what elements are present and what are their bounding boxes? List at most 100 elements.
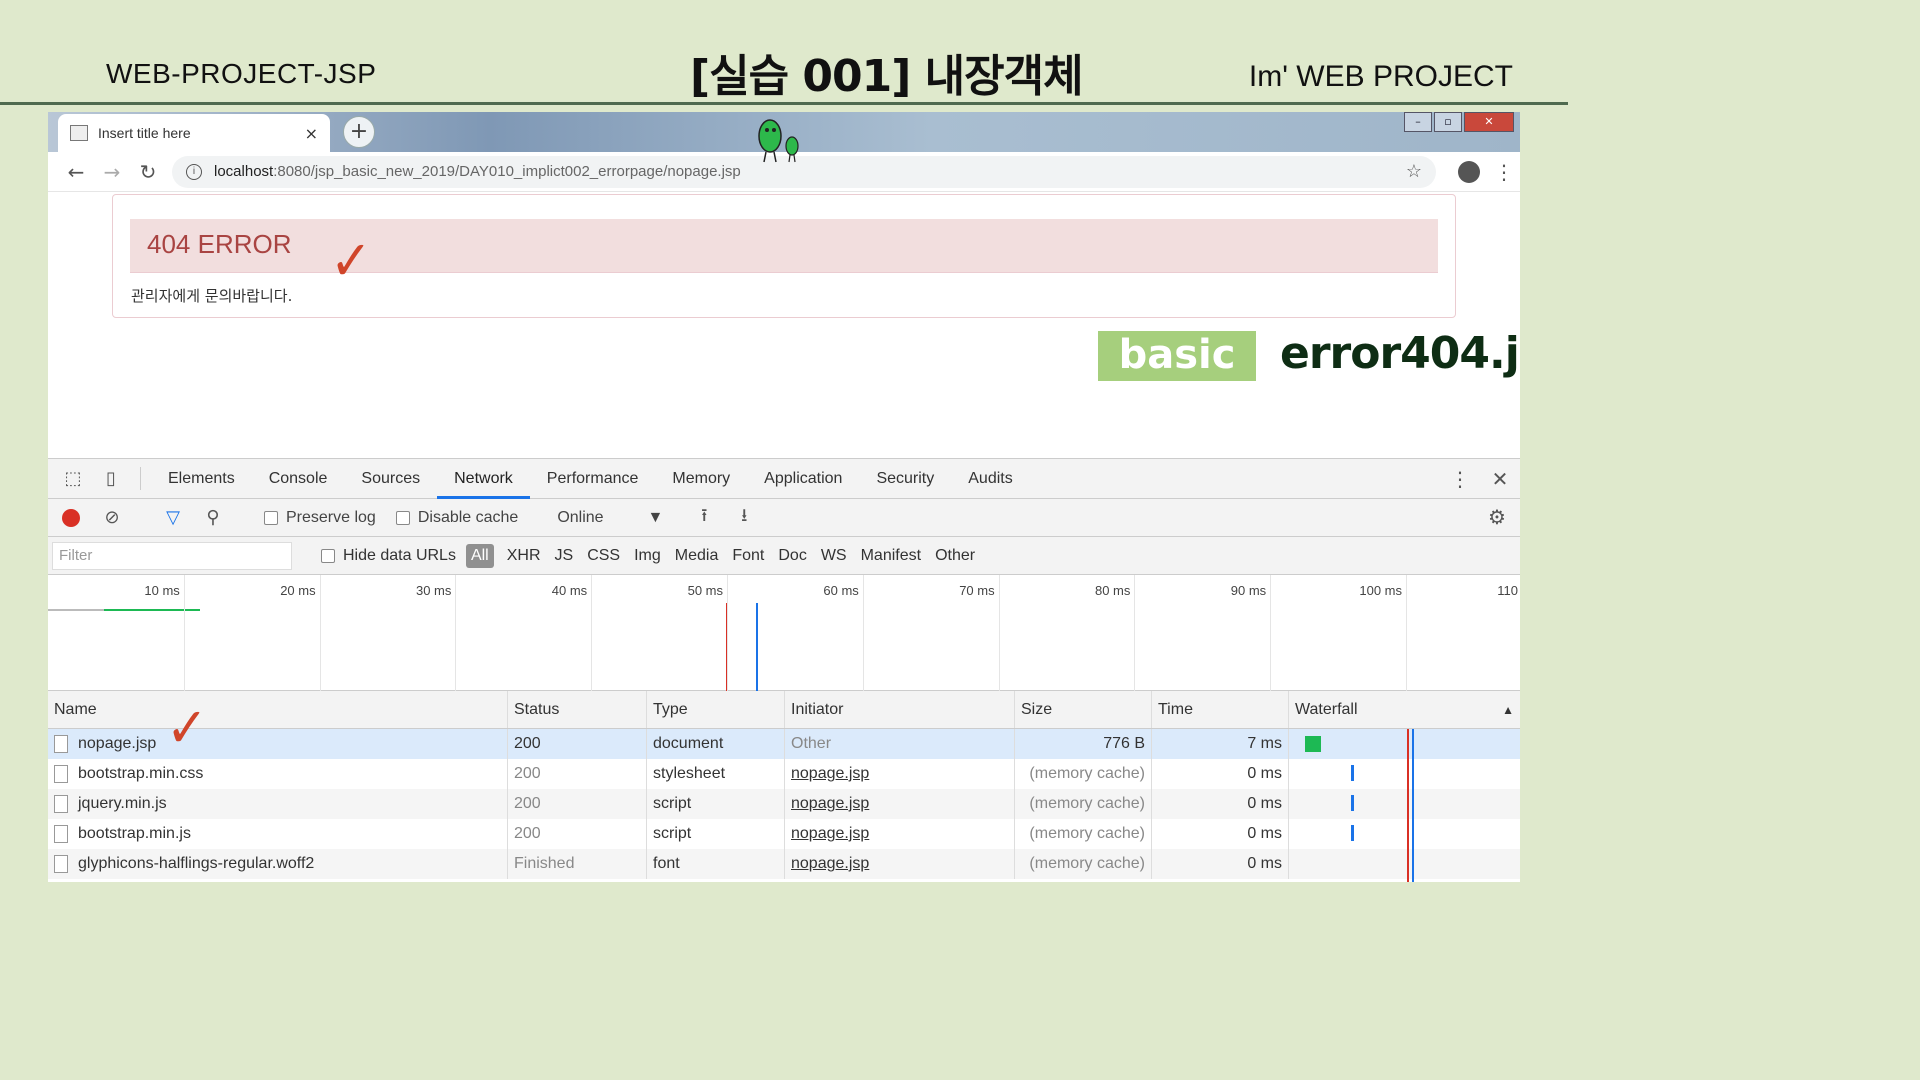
filter-type-css[interactable]: CSS xyxy=(580,547,627,565)
device-toolbar-icon[interactable]: ▯ xyxy=(92,459,130,498)
table-row[interactable]: bootstrap.min.css 200 stylesheet nopage.… xyxy=(48,759,1520,789)
column-header-type[interactable]: Type xyxy=(647,691,785,728)
request-status: 200 xyxy=(508,819,647,849)
tab-elements[interactable]: Elements xyxy=(151,459,252,498)
filter-input[interactable]: Filter xyxy=(52,541,292,570)
devtools-right-controls: ⋮ ✕ xyxy=(1440,459,1520,498)
disable-cache-checkbox[interactable]: Disable cache xyxy=(395,509,518,527)
info-icon[interactable]: i xyxy=(186,163,202,180)
tab-console[interactable]: Console xyxy=(252,459,345,498)
error-panel: 404 ERROR 관리자에게 문의바랍니다. xyxy=(112,194,1456,318)
column-header-status[interactable]: Status xyxy=(508,691,647,728)
tab-application[interactable]: Application xyxy=(747,459,859,498)
preserve-log-label: Preserve log xyxy=(286,508,376,526)
column-header-initiator[interactable]: Initiator xyxy=(785,691,1015,728)
filter-type-manifest[interactable]: Manifest xyxy=(854,547,928,565)
slide-divider xyxy=(0,102,1568,105)
column-header-time[interactable]: Time xyxy=(1152,691,1289,728)
tab-audits[interactable]: Audits xyxy=(951,459,1029,498)
request-name-cell: glyphicons-halflings-regular.woff2 xyxy=(48,849,508,879)
column-header-name[interactable]: Name xyxy=(48,691,508,728)
search-icon[interactable]: ⚲ xyxy=(193,507,233,528)
export-har-icon[interactable]: ⭳ xyxy=(724,503,764,533)
request-type: stylesheet xyxy=(647,759,785,789)
filter-type-media[interactable]: Media xyxy=(668,547,726,565)
throttle-select[interactable]: Online ▼ xyxy=(557,509,663,527)
filter-type-font[interactable]: Font xyxy=(725,547,771,565)
kebab-menu-icon[interactable]: ⋮ xyxy=(1440,467,1480,491)
inspect-element-icon[interactable]: ⬚ xyxy=(54,459,92,498)
request-name: nopage.jsp xyxy=(78,735,157,752)
tab-sources[interactable]: Sources xyxy=(344,459,437,498)
forward-icon[interactable]: → xyxy=(94,160,130,184)
table-row[interactable]: glyphicons-halflings-regular.woff2 Finis… xyxy=(48,849,1520,879)
timeline-gridline xyxy=(862,575,864,691)
request-name-cell: jquery.min.js xyxy=(48,789,508,819)
waterfall-bar xyxy=(1305,736,1321,752)
table-row[interactable]: nopage.jsp 200 document Other 776 B 7 ms xyxy=(48,729,1520,759)
filter-type-js[interactable]: JS xyxy=(548,547,581,565)
file-icon xyxy=(54,795,68,813)
reload-icon[interactable]: ↻ xyxy=(130,160,166,184)
request-initiator-link[interactable]: nopage.jsp xyxy=(785,819,1015,849)
slide-left-title: WEB-PROJECT-JSP xyxy=(106,58,377,89)
timeline-tick-label: 30 ms xyxy=(415,583,452,598)
devtools-close-icon[interactable]: ✕ xyxy=(1480,467,1520,491)
import-har-icon[interactable]: ⭱ xyxy=(684,503,724,533)
table-row[interactable]: jquery.min.js 200 script nopage.jsp (mem… xyxy=(48,789,1520,819)
column-header-size[interactable]: Size xyxy=(1015,691,1152,728)
filter-type-other[interactable]: Other xyxy=(928,547,982,565)
request-initiator-link[interactable]: nopage.jsp xyxy=(785,759,1015,789)
filter-type-img[interactable]: Img xyxy=(627,547,668,565)
request-initiator-link[interactable]: nopage.jsp xyxy=(785,849,1015,879)
minimize-icon[interactable]: – xyxy=(1404,112,1432,132)
record-icon[interactable] xyxy=(62,508,80,527)
request-status: 200 xyxy=(508,729,647,759)
checkbox-icon[interactable] xyxy=(264,510,278,525)
profile-icon[interactable] xyxy=(1458,160,1480,183)
clear-icon[interactable]: ⊘ xyxy=(92,507,132,528)
request-status: 200 xyxy=(508,789,647,819)
network-timeline-overview[interactable]: 10 ms 20 ms 30 ms 40 ms 50 ms 60 ms 70 ms 80 ms… xyxy=(48,575,1520,691)
filter-type-doc[interactable]: Doc xyxy=(771,547,813,565)
checkbox-icon[interactable] xyxy=(321,548,335,563)
tab-network[interactable]: Network xyxy=(437,459,530,499)
menu-icon[interactable]: ⋮ xyxy=(1494,160,1514,184)
browser-titlebar: Insert title here × + – ▫ ✕ xyxy=(48,112,1520,163)
filter-type-ws[interactable]: WS xyxy=(814,547,854,565)
maximize-icon[interactable]: ▫ xyxy=(1434,112,1462,132)
timeline-gridline xyxy=(998,575,1000,691)
new-tab-button[interactable]: + xyxy=(343,116,375,148)
request-name-cell: nopage.jsp xyxy=(48,729,508,759)
tab-memory[interactable]: Memory xyxy=(655,459,747,498)
filter-type-all[interactable]: All xyxy=(465,543,494,568)
tab-performance[interactable]: Performance xyxy=(530,459,656,498)
column-header-waterfall[interactable]: Waterfall ▲ xyxy=(1289,691,1520,728)
window-close-icon[interactable]: ✕ xyxy=(1464,112,1514,132)
slide-right-title: Im' WEB PROJECT xyxy=(1248,60,1513,93)
timeline-gridline xyxy=(1270,575,1272,691)
browser-tab[interactable]: Insert title here × xyxy=(58,114,330,152)
timeline-blue-line xyxy=(756,603,758,691)
hide-data-urls-checkbox[interactable]: Hide data URLs xyxy=(321,547,456,565)
request-initiator-link[interactable]: nopage.jsp xyxy=(785,789,1015,819)
devtools-tabbar: ⬚ ▯ Elements Console Sources Network Per… xyxy=(48,459,1520,499)
filter-type-xhr[interactable]: XHR xyxy=(500,547,548,565)
checkbox-icon[interactable] xyxy=(395,510,410,525)
request-size: 776 B xyxy=(1015,729,1152,759)
timeline-grey-bar xyxy=(48,609,104,611)
request-time: 0 ms xyxy=(1152,849,1289,879)
network-controls: ⊘ ▽ ⚲ Preserve log Disable cache Online … xyxy=(48,499,1520,537)
table-row[interactable]: bootstrap.min.js 200 script nopage.jsp (… xyxy=(48,819,1520,849)
preserve-log-checkbox[interactable]: Preserve log xyxy=(264,509,376,527)
request-time: 0 ms xyxy=(1152,819,1289,849)
settings-gear-icon[interactable]: ⚙ xyxy=(1474,505,1520,530)
tab-security[interactable]: Security xyxy=(859,459,951,498)
request-type: script xyxy=(647,819,785,849)
tab-close-icon[interactable]: × xyxy=(305,124,318,143)
back-icon[interactable]: ← xyxy=(58,160,94,184)
favicon-icon xyxy=(70,125,88,141)
filter-icon[interactable]: ▽ xyxy=(153,507,193,528)
waterfall-cell xyxy=(1289,789,1520,819)
bookmark-star-icon[interactable]: ☆ xyxy=(1406,161,1422,182)
